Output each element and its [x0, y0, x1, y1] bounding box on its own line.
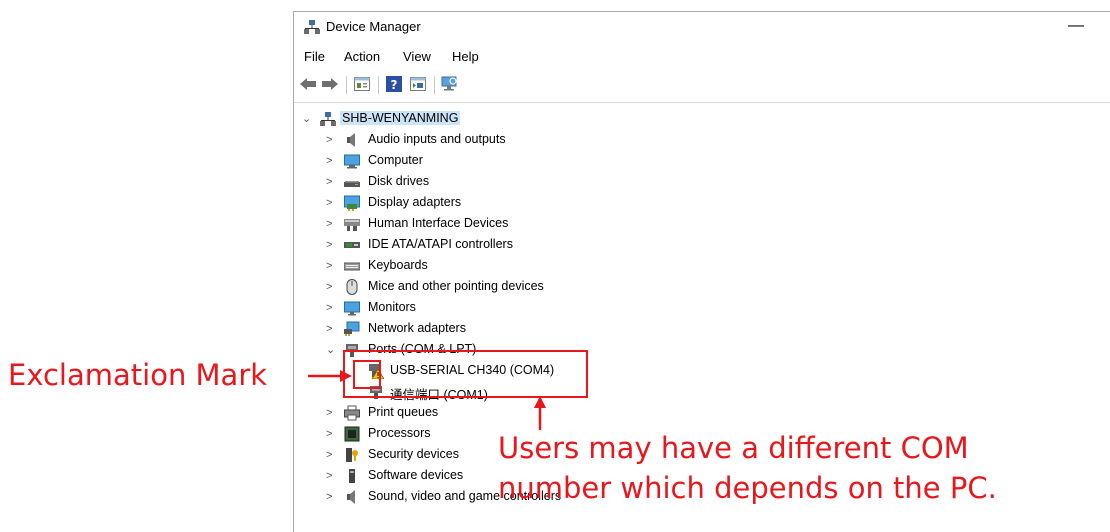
software-device-icon [349, 469, 355, 483]
exclamation-mark-label: Exclamation Mark [8, 358, 268, 392]
tree-item-label: Disk drives [368, 174, 430, 188]
chevron-right-icon[interactable]: > [326, 130, 336, 150]
chevron-right-icon[interactable]: > [326, 298, 336, 318]
processor-icon [344, 426, 360, 442]
tree-item-label: Mice and other pointing devices [368, 279, 544, 293]
security-device-icon [346, 448, 358, 462]
tree-item-label: Print queues [368, 405, 439, 419]
menu-view[interactable]: View [403, 49, 431, 64]
com-note-line2: number which depends on the PC. [498, 471, 997, 505]
ide-controller-icon [344, 242, 360, 248]
chevron-down-icon[interactable]: ⌄ [302, 109, 312, 129]
properties-icon[interactable] [352, 74, 372, 94]
toolbar-separator [434, 76, 435, 94]
toolbar-separator [346, 76, 347, 94]
computer-icon [344, 154, 360, 169]
disk-drive-icon [344, 181, 360, 187]
mouse-icon [346, 279, 358, 295]
tree-item-label: Audio inputs and outputs [368, 132, 506, 146]
chevron-right-icon[interactable]: > [326, 256, 336, 276]
chevron-right-icon[interactable]: > [326, 172, 336, 192]
chevron-right-icon[interactable]: > [326, 319, 336, 339]
computer-network-icon [320, 112, 336, 126]
toolbar: ? [294, 72, 1110, 98]
chevron-right-icon[interactable]: > [326, 445, 336, 465]
chevron-right-icon[interactable]: > [326, 151, 336, 171]
printer-icon [344, 405, 360, 421]
update-driver-icon[interactable] [408, 74, 428, 94]
toolbar-separator [378, 76, 379, 94]
minimize-button[interactable]: — [1066, 16, 1086, 36]
tree-item-print-queues[interactable]: > Print queues [294, 403, 694, 423]
window-title: Device Manager [326, 19, 421, 34]
chevron-right-icon[interactable]: > [326, 466, 336, 486]
tree-item-label: Security devices [368, 447, 460, 461]
tree-root[interactable]: ⌄ SHB-WENYANMING [294, 109, 694, 129]
svg-text:?: ? [391, 78, 398, 92]
tree-item-ide[interactable]: > IDE ATA/ATAPI controllers [294, 235, 694, 255]
tree-item-mice[interactable]: > Mice and other pointing devices [294, 277, 694, 297]
title-bar: Device Manager — [294, 12, 1110, 42]
chevron-right-icon[interactable]: > [326, 424, 336, 444]
network-adapter-icon [344, 321, 360, 336]
sound-controller-icon [347, 490, 355, 504]
chevron-right-icon[interactable]: > [326, 235, 336, 255]
tree-item-display-adapters[interactable]: > Display adapters [294, 193, 694, 213]
chevron-right-icon[interactable]: > [326, 487, 336, 507]
root-label: SHB-WENYANMING [340, 111, 461, 125]
hid-icon [344, 219, 360, 231]
tree-item-hid[interactable]: > Human Interface Devices [294, 214, 694, 234]
tree-item-label: Keyboards [368, 258, 428, 272]
display-adapter-icon [344, 195, 360, 211]
keyboard-icon [344, 262, 360, 271]
chevron-right-icon[interactable]: > [326, 214, 336, 234]
tree-item-monitors[interactable]: > Monitors [294, 298, 694, 318]
tree-item-audio[interactable]: > Audio inputs and outputs [294, 130, 694, 150]
tree-item-label: Monitors [368, 300, 416, 314]
chevron-down-icon[interactable]: ⌄ [326, 340, 336, 360]
forward-arrow-icon[interactable] [320, 74, 340, 94]
scan-hardware-icon[interactable] [440, 74, 460, 94]
menu-help[interactable]: Help [452, 49, 479, 64]
tree-item-label: Human Interface Devices [368, 216, 509, 230]
chevron-right-icon[interactable]: > [326, 403, 336, 423]
tree-item-label: IDE ATA/ATAPI controllers [368, 237, 513, 251]
device-manager-icon [304, 20, 320, 34]
tree-item-label: Processors [368, 426, 431, 440]
chevron-right-icon[interactable]: > [326, 277, 336, 297]
com-port-highlight-box [343, 350, 588, 398]
device-tree: ⌄ SHB-WENYANMING > Audio inputs and outp… [294, 102, 1110, 532]
tree-item-label: Computer [368, 153, 423, 167]
menu-file[interactable]: File [304, 49, 325, 64]
tree-item-network[interactable]: > Network adapters [294, 319, 694, 339]
menu-bar: File Action View Help [294, 46, 1110, 68]
speaker-icon [347, 133, 355, 147]
back-arrow-icon[interactable] [298, 74, 318, 94]
menu-action[interactable]: Action [344, 49, 380, 64]
tree-item-computer[interactable]: > Computer [294, 151, 694, 171]
tree-item-disk-drives[interactable]: > Disk drives [294, 172, 694, 192]
monitor-icon [344, 301, 360, 316]
tree-item-label: Network adapters [368, 321, 466, 335]
tree-item-label: Software devices [368, 468, 464, 482]
chevron-right-icon[interactable]: > [326, 193, 336, 213]
help-icon[interactable]: ? [384, 74, 404, 94]
tree-item-label: Display adapters [368, 195, 462, 209]
com-note-line1: Users may have a different COM [498, 431, 969, 465]
tree-item-keyboards[interactable]: > Keyboards [294, 256, 694, 276]
